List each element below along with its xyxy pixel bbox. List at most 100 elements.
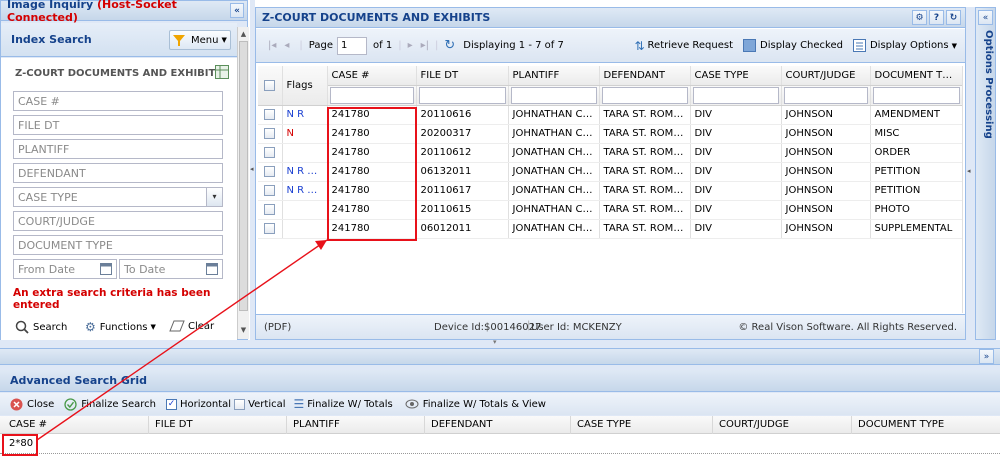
search-button[interactable]: Search	[15, 320, 67, 334]
filter-document-type-input[interactable]	[872, 86, 960, 104]
table-row[interactable]: 241780 06012011 JONATHAN CHA... TARA ST. RO…	[258, 219, 962, 239]
column-header-defendant[interactable]: DEFENDANT	[599, 66, 691, 86]
vertical-checkbox[interactable]: Vertical	[234, 398, 286, 410]
cell-case: 241780	[327, 200, 417, 220]
gear-icon[interactable]: ⚙	[912, 10, 927, 25]
table-row[interactable]: 241780 20110612 JONATHAN CHA... TARA ST. RO…	[258, 143, 962, 163]
options-processing-panel[interactable]: « Options Processing	[975, 7, 996, 340]
advanced-column-header[interactable]: FILE DT	[155, 419, 193, 430]
advanced-column-header[interactable]: PLANTIFF	[293, 419, 340, 430]
column-header-court-judge[interactable]: COURT/JUDGE	[781, 66, 871, 86]
filter-defendant-input[interactable]	[601, 86, 688, 104]
collapse-left-button[interactable]: «	[230, 3, 244, 18]
file-date-input[interactable]	[13, 115, 223, 135]
column-header-case-type[interactable]: CASE TYPE	[690, 66, 782, 86]
copyright: © Real Vison Software. All Rights Reserv…	[738, 322, 957, 333]
advanced-column-header[interactable]: DOCUMENT TYPE	[858, 419, 944, 430]
menu-button[interactable]: Menu ▼	[169, 30, 231, 50]
column-header-plantiff[interactable]: PLANTIFF	[508, 66, 600, 86]
row-checkbox[interactable]	[258, 219, 283, 239]
filter-plantiff-input[interactable]	[510, 86, 597, 104]
last-page-icon[interactable]: ▸|	[421, 40, 429, 51]
refresh-icon[interactable]: ↻	[444, 38, 455, 53]
advanced-column-header[interactable]: COURT/JUDGE	[719, 419, 789, 430]
refresh-icon[interactable]: ↻	[946, 10, 961, 25]
retrieve-request-button[interactable]: ⇅ Retrieve Request	[634, 39, 733, 53]
finalize-totals-view-button[interactable]: Finalize W/ Totals & View	[405, 399, 546, 410]
filter-case-input[interactable]	[329, 86, 414, 104]
export-grid-icon[interactable]	[215, 65, 229, 79]
close-button[interactable]: Close	[10, 398, 54, 411]
table-row[interactable]: N 241780 20200317 JOHNATHAN CH... TARA ST. R…	[258, 124, 962, 144]
expand-right-button[interactable]: «	[978, 10, 993, 25]
row-checkbox[interactable]	[258, 105, 283, 125]
page-number-input[interactable]	[337, 36, 368, 55]
table-row[interactable]: N R S... 241780 06132011 JONATHAN CHA... TAR…	[258, 162, 962, 182]
form-section-title: Z-COURT DOCUMENTS AND EXHIBITS	[15, 68, 223, 79]
filter-file-dt-input[interactable]	[418, 86, 506, 104]
first-page-icon[interactable]: |◂	[268, 40, 276, 51]
row-checkbox[interactable]	[258, 200, 283, 220]
case-type-select[interactable]: CASE TYPE ▾	[13, 187, 223, 207]
document-type-input[interactable]	[13, 235, 223, 255]
select-all-checkbox[interactable]	[258, 66, 283, 106]
advanced-column-header[interactable]: DEFENDANT	[431, 419, 493, 430]
plantiff-input[interactable]	[13, 139, 223, 159]
cell-judge: JOHNSON	[781, 200, 871, 220]
left-scrollbar[interactable]: ▲ ▼	[237, 27, 249, 339]
row-checkbox[interactable]	[258, 162, 283, 182]
advanced-column-header[interactable]: CASE #	[9, 419, 47, 430]
horizontal-label: Horizontal	[180, 398, 232, 410]
advanced-case-value[interactable]: 2*80	[9, 438, 33, 449]
filter-court-judge-input[interactable]	[783, 86, 868, 104]
scroll-down-arrow[interactable]: ▼	[239, 325, 248, 335]
cell-defendant: TARA ST. ROMA...	[599, 105, 691, 125]
to-date-input[interactable]: To Date	[119, 259, 223, 279]
chevron-down-icon[interactable]: ▾	[206, 188, 222, 206]
cell-judge: JOHNSON	[781, 124, 871, 144]
finalize-search-button[interactable]: Finalize Search	[64, 397, 156, 411]
clear-button[interactable]: Clear	[169, 320, 214, 332]
scroll-up-arrow[interactable]: ▲	[239, 29, 248, 39]
cell-case-type: DIV	[690, 181, 782, 201]
column-header-flags[interactable]: Flags	[282, 66, 328, 106]
row-checkbox[interactable]	[258, 124, 283, 144]
filter-case-type-input[interactable]	[692, 86, 779, 104]
cell-flags	[282, 200, 328, 220]
cell-plantiff: JONATHAN CHA...	[508, 219, 600, 239]
finalize-totals-button[interactable]: ☰ Finalize W/ Totals	[294, 397, 393, 411]
column-header-case[interactable]: CASE #	[327, 66, 417, 86]
help-icon[interactable]: ?	[929, 10, 944, 25]
cell-flags: N R S...	[282, 181, 328, 201]
column-header-document-type[interactable]: DOCUMENT TYPE	[870, 66, 962, 86]
advanced-grid-row[interactable]: 2*80	[0, 435, 1000, 454]
next-page-icon[interactable]: ▸	[408, 40, 413, 51]
advanced-column-header[interactable]: CASE TYPE	[577, 419, 631, 430]
row-checkbox[interactable]	[258, 181, 283, 201]
right-splitter[interactable]: ◂	[966, 7, 975, 340]
functions-button[interactable]: ⚙ Functions ▼	[85, 320, 156, 334]
display-checked-button[interactable]: Display Checked	[743, 39, 843, 52]
horizontal-checkbox[interactable]: ✓ Horizontal	[166, 398, 232, 410]
calendar-icon[interactable]	[100, 263, 112, 275]
case-number-input[interactable]	[13, 91, 223, 111]
collapse-bottom-button[interactable]: »	[979, 349, 994, 364]
cell-case-type: DIV	[690, 162, 782, 182]
cell-file-dt: 20200317	[416, 124, 509, 144]
from-date-input[interactable]: From Date	[13, 259, 117, 279]
table-row[interactable]: 241780 20110615 JOHNATHAN CH... TARA ST. RO…	[258, 200, 962, 220]
cell-case-type: DIV	[690, 105, 782, 125]
row-checkbox[interactable]	[258, 143, 283, 163]
table-row[interactable]: N R S... 241780 20110617 JONATHAN CHA... TAR…	[258, 181, 962, 201]
table-row[interactable]: N R 241780 20110616 JOHNATHAN CH... TARA ST.…	[258, 105, 962, 125]
defendant-input[interactable]	[13, 163, 223, 183]
advanced-toolbar: Close Finalize Search ✓ Horizontal Verti…	[0, 393, 1000, 415]
court-judge-input[interactable]	[13, 211, 223, 231]
from-date-placeholder: From Date	[18, 262, 76, 276]
prev-page-icon[interactable]: ◂	[284, 40, 289, 51]
column-header-file-dt[interactable]: FILE DT	[416, 66, 509, 86]
document-format: (PDF)	[264, 322, 292, 333]
scroll-thumb[interactable]	[239, 41, 248, 311]
calendar-icon[interactable]	[206, 263, 218, 275]
display-options-button[interactable]: Display Options ▼	[852, 39, 957, 52]
